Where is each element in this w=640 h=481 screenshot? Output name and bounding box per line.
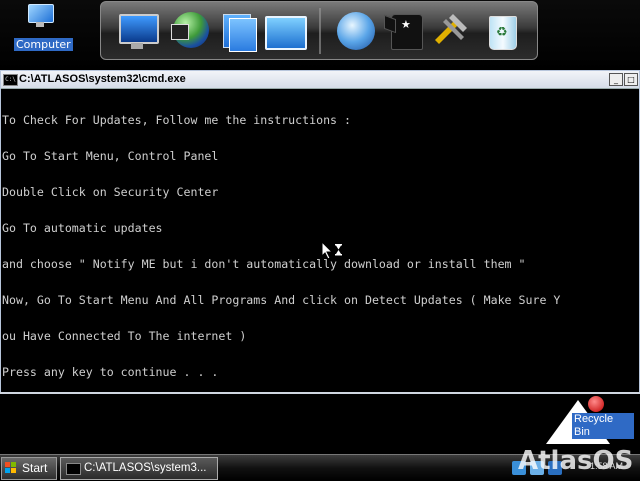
- tools-icon[interactable]: [431, 10, 471, 52]
- console-line: To Check For Updates, Follow me the inst…: [2, 113, 352, 127]
- taskbar-button-label: C:\ATLASOS\system3...: [84, 462, 207, 474]
- cmd-title-bar[interactable]: C:\ C:\ATLASOS\system32\cmd.exe _ □: [1, 71, 639, 89]
- network-globe-icon[interactable]: [335, 10, 375, 52]
- desktop-icon-computer[interactable]: Computer: [14, 4, 73, 54]
- cmd-title-text: C:\ATLASOS\system32\cmd.exe: [19, 73, 186, 85]
- desktop-icon-label: Computer: [14, 38, 73, 51]
- dock: [100, 1, 538, 60]
- globe-monitor-icon[interactable]: [171, 10, 211, 52]
- tshirt-icon[interactable]: [385, 10, 425, 52]
- console-line: Press any key to continue . . .: [2, 365, 219, 379]
- minimize-button[interactable]: _: [609, 73, 623, 86]
- busy-cursor-icon: [321, 241, 342, 260]
- console-icon: [66, 463, 81, 475]
- logo-dot-icon: [588, 396, 604, 412]
- windows-flag-icon: [5, 462, 17, 474]
- console-line: and choose " Notify ME but i don't autom…: [2, 257, 526, 271]
- console-line: Go To Start Menu, Control Panel: [2, 149, 219, 163]
- cmd-window[interactable]: C:\ C:\ATLASOS\system32\cmd.exe _ □ To C…: [0, 70, 640, 394]
- taskbar-clock[interactable]: 1:58 AM: [590, 461, 623, 471]
- documents-icon[interactable]: [219, 10, 259, 52]
- console-line: ou Have Connected To The internet ): [2, 329, 247, 343]
- console-line: Go To automatic updates: [2, 221, 163, 235]
- console-output[interactable]: To Check For Updates, Follow me the inst…: [1, 90, 638, 390]
- monitor-icon[interactable]: [117, 10, 159, 52]
- control-panel-icon[interactable]: [263, 10, 307, 52]
- computer-icon: [26, 4, 54, 28]
- maximize-button[interactable]: □: [624, 73, 638, 86]
- dock-separator: [319, 8, 321, 54]
- desktop-icon-recycle-bin[interactable]: Recycle Bin: [534, 396, 634, 446]
- console-line: Now, Go To Start Menu And All Programs A…: [2, 293, 561, 307]
- start-button[interactable]: Start: [1, 457, 57, 480]
- taskbar-button-cmd[interactable]: C:\ATLASOS\system3...: [60, 457, 218, 480]
- desktop-icon-label: Recycle Bin: [572, 413, 634, 439]
- recycle-bin-icon[interactable]: [481, 10, 521, 52]
- start-label: Start: [22, 461, 48, 475]
- console-icon: C:\: [3, 74, 18, 86]
- console-line: Double Click on Security Center: [2, 185, 219, 199]
